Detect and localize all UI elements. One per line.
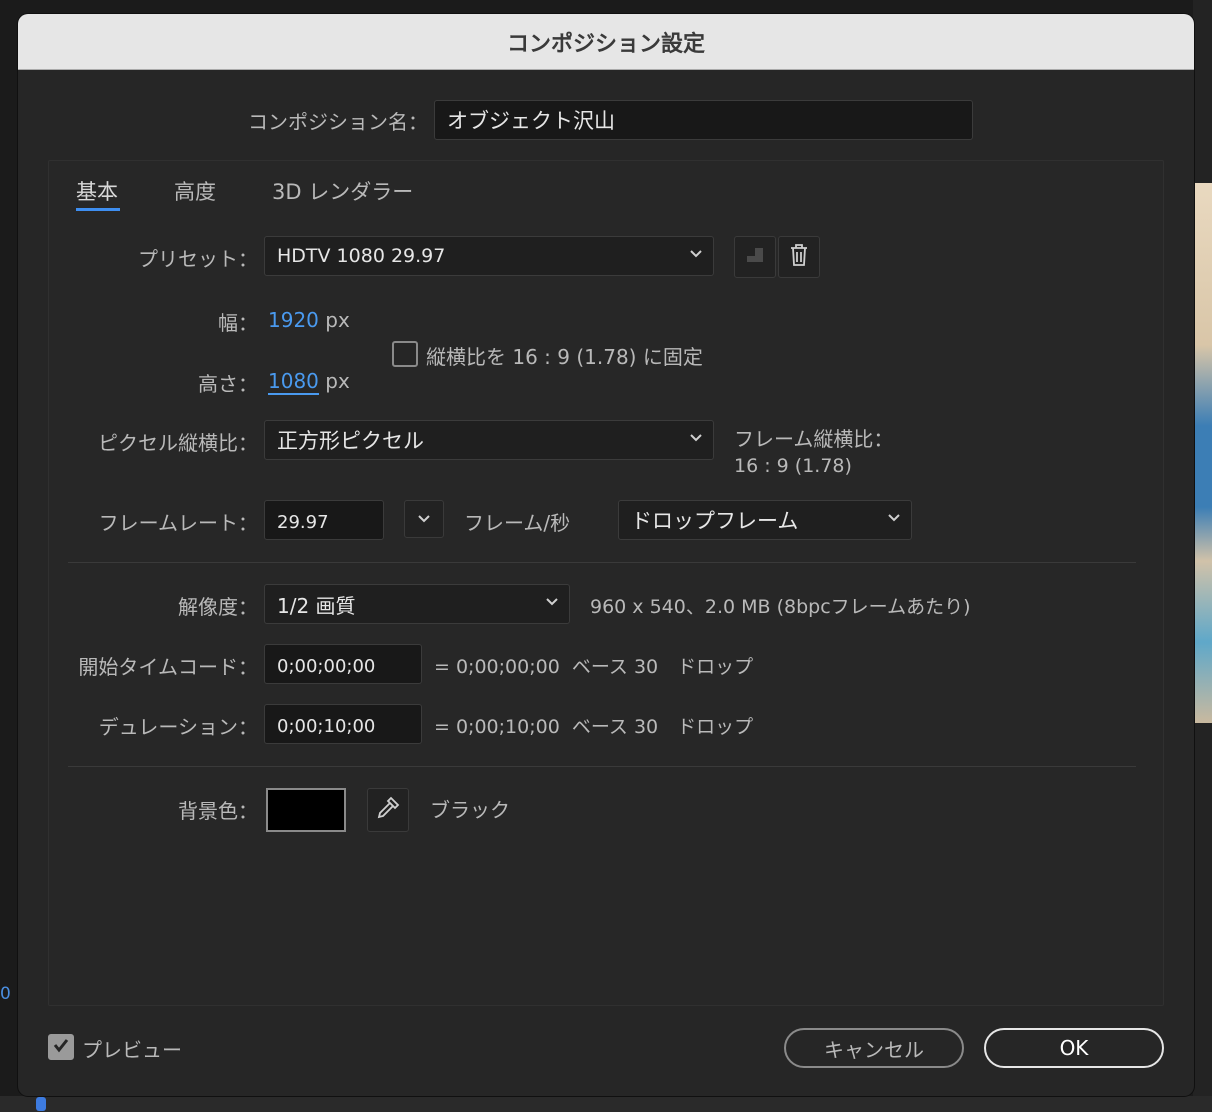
resolution-label: 解像度：: [178, 595, 258, 619]
trash-icon: [788, 243, 810, 271]
drop-frame-dropdown[interactable]: ドロップフレーム: [618, 500, 912, 540]
background-color-swatch[interactable]: [266, 788, 346, 832]
background-timeline-bar: [0, 1096, 1212, 1112]
background-color-label: 背景色：: [178, 799, 258, 823]
width-unit: px: [325, 308, 350, 332]
width-label: 幅：: [218, 311, 258, 335]
height-unit: px: [325, 369, 350, 393]
checkmark-icon: [51, 1035, 71, 1059]
frame-rate-input[interactable]: 29.97: [264, 500, 384, 540]
start-timecode-input[interactable]: 0;00;00;00: [264, 644, 422, 684]
height-value[interactable]: 1080: [268, 369, 319, 395]
delete-preset-button[interactable]: [778, 236, 820, 278]
resolution-value: 1/2 画質: [277, 593, 356, 618]
lock-aspect-checkbox[interactable]: [392, 341, 418, 367]
chevron-down-icon: [545, 594, 559, 608]
drop-frame-value: ドロップフレーム: [631, 509, 799, 533]
pixel-aspect-dropdown[interactable]: 正方形ピクセル: [264, 420, 714, 460]
preview-label: プレビュー: [82, 1038, 182, 1062]
comp-name-label: コンポジション名：: [248, 110, 428, 134]
background-color-name: ブラック: [430, 798, 510, 822]
duration-info: = 0;00;10;00 ベース 30 ドロップ: [434, 716, 754, 738]
background-timeline-value: 0: [0, 984, 11, 1004]
composition-settings-dialog: コンポジション設定 コンポジション名： オブジェクト沢山 基本 高度 3D レン…: [18, 14, 1194, 1096]
comp-name-input[interactable]: オブジェクト沢山: [434, 100, 973, 140]
eyedropper-button[interactable]: [367, 788, 409, 832]
divider: [68, 766, 1136, 767]
chevron-down-icon: [689, 246, 703, 260]
background-playhead: [36, 1097, 46, 1111]
frame-aspect-label: フレーム縦横比：: [734, 427, 894, 451]
frame-aspect-value: 16 : 9 (1.78): [734, 455, 852, 477]
pixel-aspect-value: 正方形ピクセル: [277, 429, 424, 453]
preview-checkbox[interactable]: [48, 1034, 74, 1060]
tab-advanced[interactable]: 高度: [174, 176, 216, 206]
height-label: 高さ：: [198, 372, 258, 396]
start-timecode-label: 開始タイムコード：: [78, 655, 258, 679]
pixel-aspect-label: ピクセル縦横比：: [98, 431, 258, 455]
width-field[interactable]: 1920 px: [268, 308, 350, 332]
preset-dropdown[interactable]: HDTV 1080 29.97: [264, 236, 714, 276]
duration-input[interactable]: 0;00;10;00: [264, 704, 422, 744]
height-field[interactable]: 1080 px: [268, 369, 350, 395]
resolution-dropdown[interactable]: 1/2 画質: [264, 584, 570, 624]
lock-aspect-label: 縦横比を 16 : 9 (1.78) に固定: [426, 345, 703, 369]
chevron-down-icon: [417, 510, 431, 529]
cancel-button[interactable]: キャンセル: [784, 1028, 964, 1068]
duration-label: デュレーション：: [98, 715, 258, 739]
preset-label: プリセット：: [138, 247, 258, 271]
preset-value: HDTV 1080 29.97: [277, 245, 446, 267]
width-value[interactable]: 1920: [268, 308, 319, 332]
active-tab-indicator: [76, 208, 120, 211]
background-preview-thumbnail: [1193, 183, 1212, 723]
save-preset-button[interactable]: [734, 236, 776, 278]
save-preset-icon: [743, 244, 767, 270]
frame-rate-menu-button[interactable]: [404, 500, 444, 538]
frame-rate-label: フレームレート：: [98, 511, 258, 535]
dialog-title: コンポジション設定: [18, 14, 1194, 70]
resolution-info: 960 x 540、2.0 MB (8bpcフレームあたり): [590, 596, 971, 618]
chevron-down-icon: [689, 430, 703, 444]
start-timecode-info: = 0;00;00;00 ベース 30 ドロップ: [434, 656, 754, 678]
eyedropper-icon: [375, 795, 401, 825]
tab-basic[interactable]: 基本: [76, 176, 118, 206]
ok-button[interactable]: OK: [984, 1028, 1164, 1068]
tab-3d-renderer[interactable]: 3D レンダラー: [272, 176, 413, 206]
divider: [68, 562, 1136, 563]
settings-panel: [48, 160, 1164, 1006]
frame-rate-unit: フレーム/秒: [464, 511, 571, 535]
chevron-down-icon: [887, 510, 901, 524]
